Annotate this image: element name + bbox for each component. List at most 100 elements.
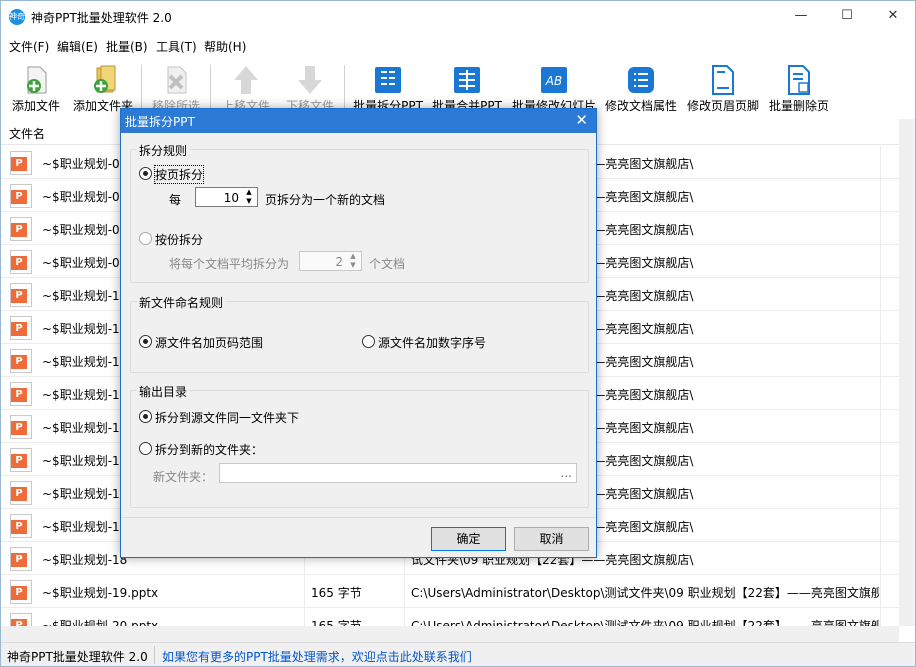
batch-merge-button[interactable]: 批量合并PPT bbox=[429, 61, 505, 113]
column-divider bbox=[880, 476, 881, 509]
naming-page-range-radio[interactable] bbox=[139, 335, 152, 348]
toolbar-separator bbox=[210, 65, 211, 109]
toolbar-separator bbox=[344, 65, 345, 109]
vertical-scrollbar[interactable] bbox=[899, 119, 915, 626]
stepper-arrows-icon[interactable]: ▲ ▼ bbox=[243, 188, 255, 206]
maximize-button[interactable]: ☐ bbox=[824, 1, 870, 31]
per-label: 每 bbox=[169, 193, 182, 207]
count-suffix-label: 个文档 bbox=[369, 257, 406, 271]
split-ppt-dialog: 批量拆分PPT ✕ 拆分规则 按页拆分 每 10 ▲ ▼ 页拆分为一个新的文档 按… bbox=[120, 108, 597, 558]
column-divider bbox=[880, 410, 881, 443]
file-size-cell: 165 字节 bbox=[311, 586, 362, 600]
remove-icon bbox=[167, 66, 187, 94]
add-file-icon bbox=[27, 66, 47, 94]
column-divider bbox=[880, 146, 881, 179]
per-suffix-label: 页拆分为一个新的文档 bbox=[265, 193, 386, 207]
add-folder-button[interactable]: 添加文件夹 bbox=[69, 61, 137, 113]
horizontal-scrollbar[interactable] bbox=[1, 626, 899, 642]
cancel-button[interactable]: 取消 bbox=[514, 527, 589, 551]
naming-rule-title: 新文件命名规则 bbox=[137, 294, 226, 311]
modify-header-footer-button[interactable]: 修改页眉页脚 bbox=[683, 61, 763, 113]
column-divider bbox=[880, 311, 881, 344]
ok-button[interactable]: 确定 bbox=[431, 527, 506, 551]
new-folder-label: 新文件夹： bbox=[153, 470, 214, 484]
pptx-file-icon: P bbox=[10, 382, 32, 406]
ab-slide-icon: AB bbox=[541, 67, 567, 93]
add-folder-icon bbox=[94, 65, 116, 93]
doc-header-icon bbox=[712, 65, 734, 95]
pptx-file-icon: P bbox=[10, 250, 32, 274]
toolbar-separator bbox=[141, 65, 142, 109]
column-divider bbox=[880, 542, 881, 575]
pptx-file-icon: P bbox=[10, 580, 32, 604]
new-folder-input[interactable]: ... bbox=[219, 463, 577, 483]
output-same-folder-radio[interactable] bbox=[139, 410, 152, 423]
split-by-page-radio[interactable] bbox=[139, 167, 152, 180]
split-by-count-label[interactable]: 按份拆分 bbox=[155, 231, 203, 248]
browse-folder-button[interactable]: ... bbox=[561, 466, 572, 480]
batch-modify-slides-button[interactable]: AB 批量修改幻灯片 bbox=[509, 61, 599, 113]
table-row[interactable]: P ~$职业规划-19.pptx 165 字节 C:\Users\Administra… bbox=[1, 575, 899, 608]
file-name-cell: ~$职业规划-10 bbox=[42, 289, 128, 303]
status-app-name: 神奇PPT批量处理软件 2.0 bbox=[7, 650, 148, 664]
pptx-file-icon: P bbox=[10, 217, 32, 241]
file-name-cell: ~$职业规划-08 bbox=[42, 223, 128, 237]
svg-text:AB: AB bbox=[545, 74, 562, 88]
column-divider bbox=[880, 212, 881, 245]
file-name-cell: ~$职业规划-19.pptx bbox=[42, 586, 159, 600]
naming-page-range-label[interactable]: 源文件名加页码范围 bbox=[155, 334, 263, 351]
output-same-folder-label[interactable]: 拆分到源文件同一文件夹下 bbox=[155, 409, 299, 426]
close-button[interactable]: ✕ bbox=[870, 1, 916, 31]
app-logo-icon: 神奇 bbox=[9, 9, 25, 25]
file-name-cell: ~$职业规划-07 bbox=[42, 190, 128, 204]
move-up-button[interactable]: 上移文件 bbox=[215, 61, 277, 113]
column-divider bbox=[404, 575, 405, 608]
dialog-close-icon[interactable]: ✕ bbox=[575, 111, 588, 129]
pages-per-file-stepper[interactable]: 10 ▲ ▼ bbox=[195, 187, 258, 207]
menu-help[interactable]: 帮助(H) bbox=[204, 38, 246, 55]
file-name-cell: ~$职业规划-09 bbox=[42, 256, 128, 270]
menu-bar: 文件(F) 编辑(E) 批量(B) 工具(T) 帮助(H) bbox=[1, 35, 915, 57]
modify-doc-properties-button[interactable]: 修改文档属性 bbox=[601, 61, 681, 113]
pptx-file-icon: P bbox=[10, 415, 32, 439]
file-name-cell: ~$职业规划-14 bbox=[42, 421, 128, 435]
title-bar: 神奇 神奇PPT批量处理软件 2.0 — ☐ ✕ bbox=[1, 1, 915, 31]
minimize-button[interactable]: — bbox=[778, 1, 824, 31]
pptx-file-icon: P bbox=[10, 316, 32, 340]
column-divider bbox=[880, 509, 881, 542]
menu-edit[interactable]: 编辑(E) bbox=[57, 38, 98, 55]
batch-delete-page-label: 批量删除页 bbox=[768, 99, 829, 113]
column-header-filename[interactable]: 文件名 bbox=[9, 125, 45, 142]
file-name-cell: ~$职业规划-17 bbox=[42, 520, 128, 534]
count-prefix-label: 将每个文档平均拆分为 bbox=[169, 257, 290, 271]
file-name-cell: ~$职业规划-15 bbox=[42, 454, 128, 468]
file-count-stepper[interactable]: 2 ▲ ▼ bbox=[299, 251, 362, 271]
status-bar: 神奇PPT批量处理软件 2.0 如果您有更多的PPT批量处理需求，欢迎点击此处联… bbox=[1, 642, 915, 666]
batch-split-button[interactable]: 批量拆分PPT bbox=[349, 61, 427, 113]
modify-header-footer-label: 修改页眉页脚 bbox=[686, 99, 759, 113]
dialog-title: 批量拆分PPT bbox=[125, 115, 195, 129]
contact-link[interactable]: 如果您有更多的PPT批量处理需求，欢迎点击此处联系我们 bbox=[162, 648, 472, 665]
delete-page-icon bbox=[788, 65, 810, 95]
menu-file[interactable]: 文件(F) bbox=[9, 38, 49, 55]
naming-number-label[interactable]: 源文件名加数字序号 bbox=[378, 334, 486, 351]
stepper-arrows-icon[interactable]: ▲ ▼ bbox=[347, 252, 359, 270]
column-divider bbox=[880, 179, 881, 212]
output-new-folder-radio[interactable] bbox=[139, 442, 152, 455]
add-file-button[interactable]: 添加文件 bbox=[5, 61, 67, 113]
naming-number-radio[interactable] bbox=[362, 335, 375, 348]
menu-tools[interactable]: 工具(T) bbox=[156, 38, 197, 55]
add-file-label: 添加文件 bbox=[11, 99, 60, 113]
batch-delete-page-button[interactable]: 批量删除页 bbox=[765, 61, 833, 113]
menu-batch[interactable]: 批量(B) bbox=[106, 38, 148, 55]
pptx-file-icon: P bbox=[10, 481, 32, 505]
file-path-cell: C:\Users\Administrator\Desktop\测试文件夹\09 … bbox=[411, 586, 879, 600]
split-by-page-label[interactable]: 按页拆分 bbox=[153, 165, 205, 184]
output-new-folder-label[interactable]: 拆分到新的文件夹： bbox=[155, 441, 263, 458]
remove-selected-button[interactable]: 移除所选 bbox=[145, 61, 207, 113]
split-by-count-radio[interactable] bbox=[139, 232, 152, 245]
list-doc-icon bbox=[628, 67, 654, 93]
file-name-cell: ~$职业规划-16 bbox=[42, 487, 128, 501]
move-down-button[interactable]: 下移文件 bbox=[279, 61, 341, 113]
output-dir-title: 输出目录 bbox=[137, 383, 190, 400]
